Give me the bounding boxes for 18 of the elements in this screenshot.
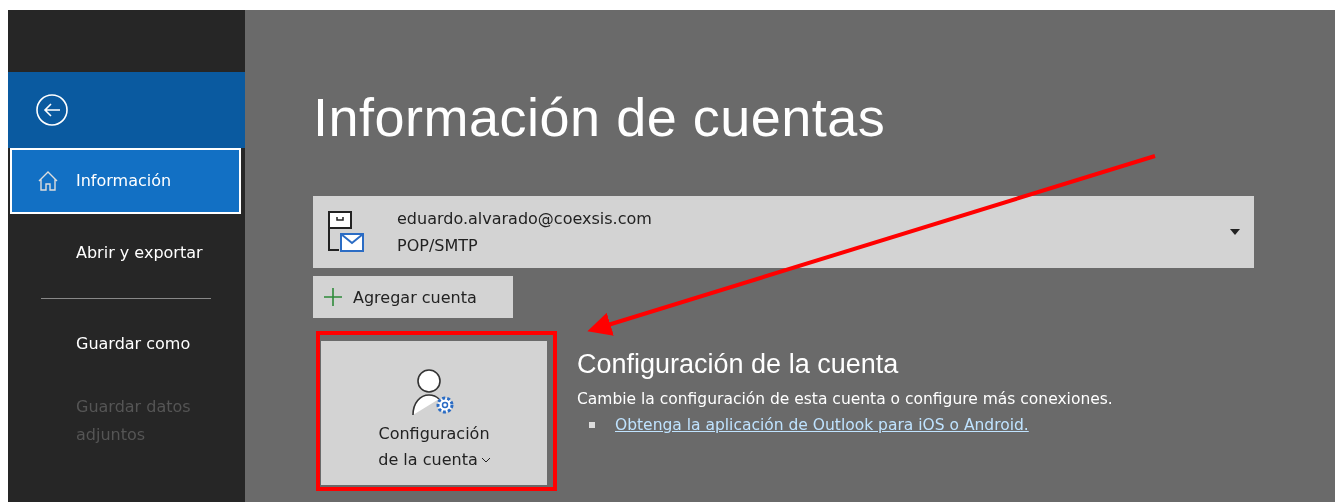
mailbox-icon bbox=[327, 210, 365, 254]
chevron-icon bbox=[481, 457, 490, 463]
section-heading: Configuración de la cuenta bbox=[577, 349, 900, 380]
account-email: eduardo.alvarado@coexsis.com bbox=[397, 209, 653, 228]
back-button[interactable] bbox=[35, 93, 69, 127]
sidebar-item[interactable]: Abrir y exportar bbox=[10, 222, 241, 284]
sidebar-item[interactable]: Información bbox=[10, 148, 241, 214]
sidebar-item[interactable]: Guardar como bbox=[10, 313, 241, 375]
add-account-button[interactable]: Agregar cuenta bbox=[313, 276, 513, 318]
account-settings-button[interactable]: Configuración de la cuenta bbox=[321, 341, 547, 485]
app-link[interactable]: Obtenga la aplicación de Outlook para iOS o Android. bbox=[615, 416, 1029, 434]
section-description: Cambie la configuración de esta cuenta o configure más conexiones. bbox=[577, 390, 1113, 408]
plus-icon bbox=[323, 287, 343, 307]
page-title: Información de cuentas bbox=[313, 86, 887, 148]
account-type: POP/SMTP bbox=[397, 236, 479, 255]
caret-icon bbox=[1230, 229, 1240, 235]
account-dropdown[interactable]: eduardo.alvarado@coexsis.com POP/SMTP bbox=[313, 196, 1254, 268]
bullet-icon bbox=[589, 422, 595, 428]
